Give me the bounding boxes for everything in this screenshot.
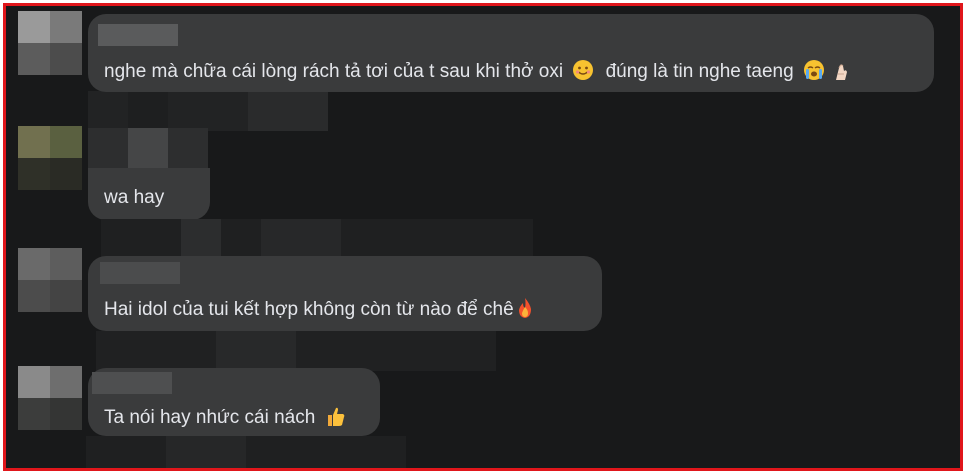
comment-text-continued: đúng là tin nghe taeng	[605, 61, 794, 82]
commenter-name-blurred[interactable]	[92, 372, 172, 394]
blurred-area	[261, 219, 341, 259]
blurred-area	[166, 436, 246, 468]
fire-icon	[518, 298, 531, 318]
comment-screenshot-frame: nghe mà chữa cái lòng rách tả tơi của t …	[3, 3, 963, 471]
comment-text: Hai idol của tui kết hợp không còn từ nà…	[104, 299, 514, 320]
comment-text: wa hay	[104, 187, 165, 208]
blurred-area	[216, 331, 296, 371]
crying-face-icon	[803, 60, 824, 80]
comment-bubble[interactable]: Ta nói hay nhức cái nách	[88, 368, 380, 436]
blurred-area	[181, 219, 221, 259]
blurred-area	[248, 91, 328, 131]
avatar[interactable]	[18, 248, 82, 312]
comment-bubble[interactable]: nghe mà chữa cái lòng rách tả tơi của t …	[88, 14, 934, 92]
commenter-name-blurred[interactable]	[100, 262, 180, 284]
blurred-area	[128, 91, 168, 131]
smiling-face-icon	[573, 60, 594, 80]
avatar[interactable]	[18, 11, 82, 75]
blurred-area	[128, 128, 168, 168]
blurred-area	[86, 436, 406, 468]
comment-text: Ta nói hay nhức cái nách	[104, 407, 316, 428]
comment-bubble[interactable]: wa hay	[88, 168, 210, 220]
blurred-area	[96, 331, 496, 371]
avatar[interactable]	[18, 126, 82, 190]
commenter-name-blurred[interactable]	[98, 24, 178, 46]
pinched-fingers-icon	[836, 64, 848, 80]
comment-bubble[interactable]: Hai idol của tui kết hợp không còn từ nà…	[88, 256, 602, 331]
comment-text: nghe mà chữa cái lòng rách tả tơi của t …	[104, 61, 564, 82]
avatar[interactable]	[18, 366, 82, 430]
thumbs-up-icon	[327, 407, 344, 426]
